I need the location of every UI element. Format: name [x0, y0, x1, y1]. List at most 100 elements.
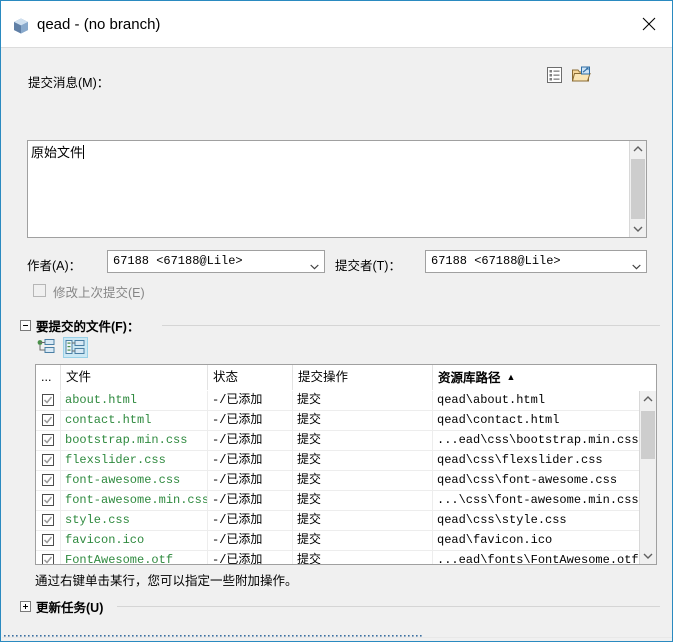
table-row[interactable]: bootstrap.min.css -/已添加 提交 ...ead\css\boots… — [36, 431, 640, 451]
file-list-scrollbar[interactable] — [639, 391, 656, 564]
commit-message-value: 原始文件 — [31, 145, 85, 160]
cell-path: qead\css\style.css — [437, 513, 567, 527]
column-header-check[interactable]: ... — [36, 365, 61, 390]
cell-status: -/已添加 — [208, 511, 293, 530]
checkbox-box — [42, 554, 54, 564]
table-row[interactable]: favicon.ico -/已添加 提交 qead\favicon.ico — [36, 531, 640, 551]
tree-view-icon[interactable] — [63, 337, 88, 358]
commit-message-label: 提交消息(M)： — [28, 76, 110, 90]
scroll-up-icon[interactable] — [640, 391, 656, 408]
cell-action: 提交 — [293, 471, 433, 490]
cell-status: -/已添加 — [208, 471, 293, 490]
cell-path: ...\css\font-awesome.min.css — [437, 493, 639, 507]
scroll-thumb[interactable] — [641, 411, 655, 459]
cell-path: qead\favicon.ico — [437, 533, 553, 547]
cell-action: 提交 — [293, 391, 433, 410]
cell-status: -/已添加 — [208, 411, 293, 430]
chevron-down-icon — [632, 259, 641, 270]
title-bar: qead - (no branch) — [1, 1, 672, 48]
dialog-body: 提交消息(M)： 原始文件 作者(A)： 67188 <67188@Lile> … — [2, 48, 672, 641]
cell-file: favicon.ico — [61, 531, 208, 550]
author-combobox[interactable]: 67188 <67188@Lile> — [107, 250, 325, 273]
checkbox-box — [42, 454, 54, 466]
column-header-path[interactable]: 资源库路径 ▲ — [433, 365, 656, 390]
row-checkbox[interactable] — [36, 551, 61, 564]
row-checkbox[interactable] — [36, 531, 61, 550]
checkbox-box — [42, 494, 54, 506]
cell-status: -/已添加 — [208, 431, 293, 450]
row-checkbox[interactable] — [36, 491, 61, 510]
cell-action: 提交 — [293, 431, 433, 450]
resize-grip-icon[interactable] — [4, 627, 424, 641]
files-group-collapse-icon[interactable] — [20, 320, 31, 331]
row-checkbox[interactable] — [36, 471, 61, 490]
table-row[interactable]: font-awesome.css -/已添加 提交 qead\css\font-awe… — [36, 471, 640, 491]
cell-path: qead\css\flexslider.css — [437, 453, 603, 467]
table-row[interactable]: FontAwesome.otf -/已添加 提交 ...ead\fonts\FontA… — [36, 551, 640, 564]
file-list[interactable]: ... 文件 状态 提交操作 资源库路径 ▲ about.html -/已添加 提交 q… — [35, 364, 657, 565]
table-row[interactable]: flexslider.css -/已添加 提交 qead\css\flexslider… — [36, 451, 640, 471]
open-file-icon[interactable] — [571, 66, 593, 86]
close-icon[interactable] — [626, 1, 672, 47]
cell-action: 提交 — [293, 551, 433, 564]
cell-file: FontAwesome.otf — [61, 551, 208, 564]
context-menu-hint: 通过右键单击某行，您可以指定一些附加操作。 — [35, 574, 298, 588]
commit-message-scrollbar[interactable] — [629, 141, 646, 237]
row-checkbox[interactable] — [36, 511, 61, 530]
committer-value: 67188 <67188@Lile> — [431, 254, 561, 268]
checkbox-box — [42, 394, 54, 406]
cube-icon — [12, 17, 30, 35]
cell-action: 提交 — [293, 411, 433, 430]
cell-path: ...ead\css\bootstrap.min.css — [437, 433, 639, 447]
table-row[interactable]: contact.html -/已添加 提交 qead\contact.html — [36, 411, 640, 431]
file-list-toolbar — [35, 337, 91, 359]
cell-status: -/已添加 — [208, 491, 293, 510]
table-row[interactable]: font-awesome.min.css -/已添加 提交 ...\css\font-… — [36, 491, 640, 511]
status-strip — [2, 635, 672, 641]
cell-status: -/已添加 — [208, 451, 293, 470]
cell-file: font-awesome.css — [61, 471, 208, 490]
cell-file: flexslider.css — [61, 451, 208, 470]
scroll-down-icon[interactable] — [640, 547, 656, 564]
table-row[interactable]: style.css -/已添加 提交 qead\css\style.css — [36, 511, 640, 531]
column-header-action[interactable]: 提交操作 — [293, 365, 433, 390]
checkbox-box — [42, 414, 54, 426]
scroll-down-icon[interactable] — [630, 220, 646, 237]
cell-file: about.html — [61, 391, 208, 410]
commit-message-input[interactable]: 原始文件 — [27, 140, 647, 238]
commit-dialog-window: qead - (no branch) 提交消息(M)： 原始文件 作者(A)： … — [0, 0, 673, 642]
window-title: qead - (no branch) — [37, 16, 161, 33]
cell-file: style.css — [61, 511, 208, 530]
committer-label: 提交者(T)： — [335, 259, 401, 273]
file-list-rows: about.html -/已添加 提交 qead\about.html contact.… — [36, 391, 640, 564]
author-value: 67188 <67188@Lile> — [113, 254, 243, 268]
cell-status: -/已添加 — [208, 391, 293, 410]
file-list-header: ... 文件 状态 提交操作 资源库路径 ▲ — [36, 365, 656, 392]
cell-action: 提交 — [293, 531, 433, 550]
update-group-expand-icon[interactable] — [20, 601, 31, 612]
row-checkbox[interactable] — [36, 411, 61, 430]
row-checkbox[interactable] — [36, 391, 61, 410]
cell-file: bootstrap.min.css — [61, 431, 208, 450]
files-group-label: 要提交的文件(F)： — [36, 320, 140, 334]
cell-path: qead\contact.html — [437, 413, 560, 427]
author-label: 作者(A)： — [27, 259, 82, 273]
amend-last-commit-label: 修改上次提交(E) — [53, 286, 145, 300]
message-history-icon[interactable] — [545, 66, 567, 86]
table-row[interactable]: about.html -/已添加 提交 qead\about.html — [36, 391, 640, 411]
column-header-path-label: 资源库路径 — [438, 371, 501, 385]
row-checkbox[interactable] — [36, 451, 61, 470]
column-header-status[interactable]: 状态 — [208, 365, 293, 390]
flat-view-icon[interactable] — [35, 337, 60, 358]
group-divider — [162, 325, 660, 326]
row-checkbox[interactable] — [36, 431, 61, 450]
cell-status: -/已添加 — [208, 551, 293, 564]
column-header-file[interactable]: 文件 — [61, 365, 208, 390]
committer-combobox[interactable]: 67188 <67188@Lile> — [425, 250, 647, 273]
checkbox-box — [42, 514, 54, 526]
cell-path: qead\about.html — [437, 393, 546, 407]
scroll-up-icon[interactable] — [630, 141, 646, 158]
checkbox-box — [42, 474, 54, 486]
checkbox-box — [42, 434, 54, 446]
scroll-thumb[interactable] — [631, 159, 645, 219]
